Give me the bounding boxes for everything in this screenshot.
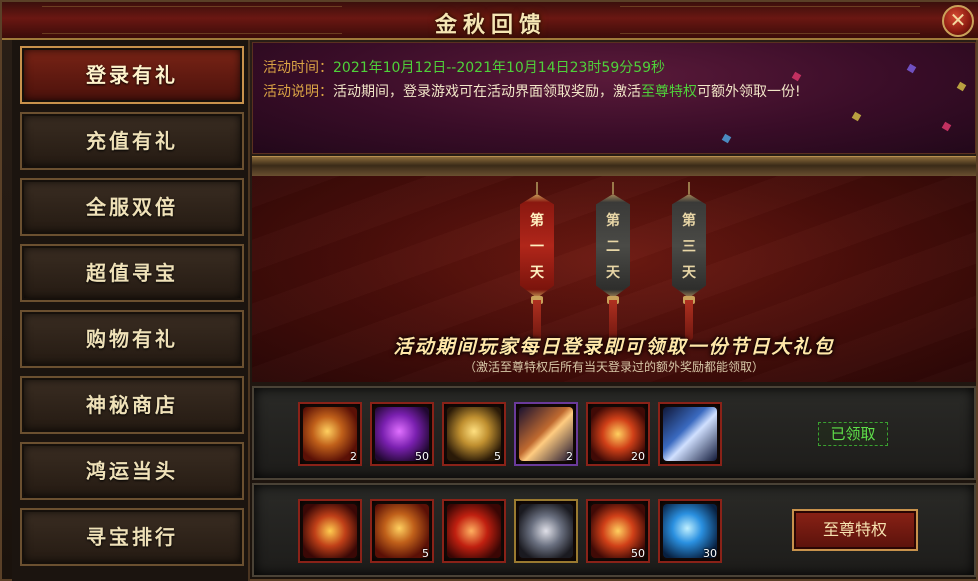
activity-desc-text-2: 可额外领取一份!: [697, 84, 801, 100]
sidebar-item-login-gift[interactable]: 登录有礼: [20, 46, 244, 104]
activity-description: 活动说明：活动期间，登录游戏可在活动界面领取奖励，激活至尊特权可额外领取一份!: [263, 81, 801, 101]
day-char: 天: [606, 265, 620, 281]
claimed-status-badge: 已领取: [818, 422, 888, 446]
item-count: 20: [631, 450, 645, 463]
sidebar-item-mystery-shop[interactable]: 神秘商店: [20, 376, 244, 434]
reward-slot[interactable]: 50: [370, 402, 434, 466]
daily-login-banner: 第 一 天 第 二 天 第 三 天 活动期间玩家每日登录即可领取一份节日大礼包 …: [252, 176, 976, 382]
golden-key-icon: [375, 504, 429, 558]
vip-privilege-button[interactable]: 至尊特权: [792, 509, 918, 551]
day-char: 第: [530, 213, 544, 229]
activity-desc-text-1: 活动期间，登录游戏可在活动界面领取奖励，激活: [333, 84, 641, 100]
item-count: 5: [422, 547, 429, 560]
sidebar-item-shopping-gift[interactable]: 购物有礼: [20, 310, 244, 368]
scroll-roll-icon: [519, 407, 573, 461]
sidebar-item-recharge-gift[interactable]: 充值有礼: [20, 112, 244, 170]
reward-slot[interactable]: [658, 402, 722, 466]
reward-slot[interactable]: [298, 499, 362, 563]
reward-slot[interactable]: 5: [442, 402, 506, 466]
window-title: 金秋回馈: [434, 12, 547, 38]
sidebar-item-treasure-hunt[interactable]: 超值寻宝: [20, 244, 244, 302]
reward-slot[interactable]: 5: [370, 499, 434, 563]
silver-chest-icon: [519, 504, 573, 558]
blue-scroll-icon: [663, 407, 717, 461]
sidebar-item-treasure-ranking[interactable]: 寻宝排行: [20, 508, 244, 566]
day-plaque-selected: 第 一 天: [520, 194, 554, 298]
horn-icon: [447, 407, 501, 461]
activity-desc-label: 活动说明：: [263, 84, 333, 100]
sidebar: 登录有礼 充值有礼 全服双倍 超值寻宝 购物有礼 神秘商店 鸿运当头 寻宝排行: [12, 40, 250, 581]
confetti-decoration: [941, 121, 952, 132]
day-char: 二: [606, 239, 620, 255]
confetti-decoration: [851, 111, 862, 122]
day-char: 天: [530, 265, 544, 281]
sidebar-item-server-double[interactable]: 全服双倍: [20, 178, 244, 236]
item-count: 5: [494, 450, 501, 463]
close-icon[interactable]: ✕: [942, 5, 974, 37]
vip-reward-row: 5 50 30 至尊特权: [252, 483, 976, 577]
reward-slot[interactable]: 50: [586, 499, 650, 563]
reward-slot[interactable]: [442, 499, 506, 563]
activity-time-label: 活动时间：: [263, 60, 333, 76]
item-count: 50: [631, 547, 645, 560]
activity-info-panel: 活动时间：2021年10月12日--2021年10月14日23时59分59秒 活…: [252, 42, 976, 154]
title-bar: 金秋回馈 ✕: [2, 2, 978, 40]
confetti-decoration: [791, 71, 802, 82]
reward-slot[interactable]: 2: [514, 402, 578, 466]
day-char: 天: [682, 265, 696, 281]
red-scepter-icon: [447, 504, 501, 558]
golden-key-icon: [303, 407, 357, 461]
item-count: 2: [350, 450, 357, 463]
item-count: 30: [703, 547, 717, 560]
hanger-cord: [536, 182, 538, 194]
confetti-decoration: [906, 63, 917, 74]
activity-time-value: 2021年10月12日--2021年10月14日23时59分59秒: [333, 60, 666, 76]
activity-time: 活动时间：2021年10月12日--2021年10月14日23时59分59秒: [263, 57, 665, 77]
activity-desc-highlight: 至尊特权: [641, 84, 697, 100]
reward-slot[interactable]: 20: [586, 402, 650, 466]
ornamental-divider: [252, 156, 976, 176]
day-char: 三: [682, 239, 696, 255]
reward-slot[interactable]: 30: [658, 499, 722, 563]
game-window: 金秋回馈 ✕ 登录有礼 充值有礼 全服双倍 超值寻宝 购物有礼 神秘商店 鸿运当…: [0, 0, 978, 581]
reward-slot[interactable]: [514, 499, 578, 563]
red-treasure-chest-icon: [303, 504, 357, 558]
banner-subtitle: （激活至尊特权后所有当天登录过的额外奖励都能领取）: [463, 360, 764, 374]
hanger-cord: [612, 182, 614, 194]
confetti-decoration: [721, 133, 732, 144]
basic-reward-row: 2 50 5 2 20 已领取: [252, 386, 976, 480]
banner-title: 活动期间玩家每日登录即可领取一份节日大礼包: [393, 336, 835, 358]
reward-slot[interactable]: 2: [298, 402, 362, 466]
day-plaque: 第 二 天: [596, 194, 630, 298]
confetti-decoration: [956, 81, 967, 92]
sidebar-item-fortune[interactable]: 鸿运当头: [20, 442, 244, 500]
day-plaque: 第 三 天: [672, 194, 706, 298]
day-char: 一: [530, 239, 544, 255]
hanger-cord: [688, 182, 690, 194]
day-char: 第: [606, 213, 620, 229]
item-count: 50: [415, 450, 429, 463]
day-char: 第: [682, 213, 696, 229]
item-count: 2: [566, 450, 573, 463]
